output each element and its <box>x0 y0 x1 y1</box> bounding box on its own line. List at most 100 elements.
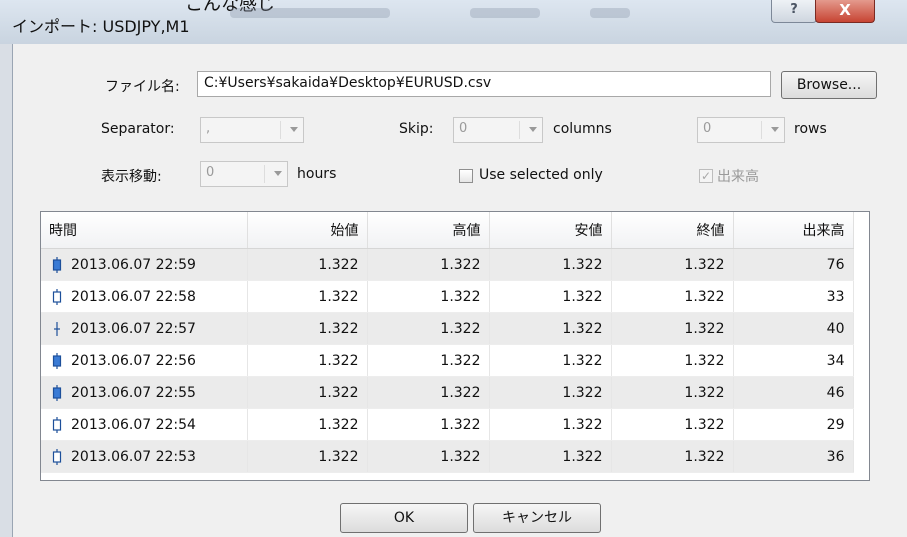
skip-columns-select[interactable]: 0 <box>453 117 543 143</box>
background-window-edge <box>0 0 12 537</box>
file-name-label: ファイル名: <box>105 79 180 95</box>
rows-label: rows <box>794 121 827 137</box>
cell-close: 1.322 <box>611 440 734 473</box>
cell-open: 1.322 <box>247 408 368 441</box>
cell-high: 1.322 <box>367 408 490 441</box>
time-shift-value: 0 <box>206 165 215 180</box>
cell-close: 1.322 <box>611 408 734 441</box>
title-bar: こんな感じ インポート: USDJPY,M1 ? X <box>0 0 907 44</box>
cell-time-text: 2013.06.07 22:54 <box>71 416 196 433</box>
hours-label: hours <box>297 166 337 182</box>
cell-time: 2013.06.07 22:54 <box>41 408 248 441</box>
help-button[interactable]: ? <box>771 0 817 23</box>
table-row[interactable]: 2013.06.07 22:53 1.322 1.322 1.322 1.322 36 <box>41 440 854 473</box>
cell-high: 1.322 <box>367 440 490 473</box>
cell-high: 1.322 <box>367 344 490 377</box>
skip-columns-value: 0 <box>459 121 468 136</box>
ok-button[interactable]: OK <box>340 503 468 533</box>
blurred-background-text <box>470 8 540 18</box>
cell-time: 2013.06.07 22:58 <box>41 280 248 313</box>
cell-high: 1.322 <box>367 280 490 313</box>
cell-time-text: 2013.06.07 22:59 <box>71 256 196 273</box>
cell-high: 1.322 <box>367 248 490 281</box>
cell-close: 1.322 <box>611 312 734 345</box>
filled-candle-icon <box>49 256 71 273</box>
cell-open: 1.322 <box>247 248 368 281</box>
table-row[interactable]: 2013.06.07 22:59 1.322 1.322 1.322 1.322 76 <box>41 248 854 281</box>
cell-high: 1.322 <box>367 376 490 409</box>
cell-low: 1.322 <box>489 248 612 281</box>
time-shift-select[interactable]: 0 <box>200 161 288 187</box>
cell-time: 2013.06.07 22:59 <box>41 248 248 281</box>
table-row[interactable]: 2013.06.07 22:54 1.322 1.322 1.322 1.322 29 <box>41 408 854 441</box>
volume-checkbox-label: 出来高 <box>717 169 759 185</box>
cell-low: 1.322 <box>489 376 612 409</box>
cell-time-text: 2013.06.07 22:57 <box>71 320 196 337</box>
cell-volume: 36 <box>733 440 854 473</box>
skip-rows-select[interactable]: 0 <box>697 117 785 143</box>
browse-button[interactable]: Browse... <box>781 71 877 99</box>
cell-volume: 46 <box>733 376 854 409</box>
cell-low: 1.322 <box>489 440 612 473</box>
table-row[interactable]: 2013.06.07 22:56 1.322 1.322 1.322 1.322 34 <box>41 344 854 377</box>
cell-close: 1.322 <box>611 344 734 377</box>
cancel-button[interactable]: キャンセル <box>473 503 601 533</box>
use-selected-checkbox[interactable] <box>459 169 473 183</box>
cell-low: 1.322 <box>489 344 612 377</box>
cell-time: 2013.06.07 22:55 <box>41 376 248 409</box>
cell-close: 1.322 <box>611 376 734 409</box>
data-preview-table[interactable]: 時間 始値 高値 安値 終値 出来高 2013.06.07 22:59 1.322… <box>40 211 870 481</box>
chevron-down-icon <box>529 127 537 132</box>
window-title: インポート: USDJPY,M1 <box>12 17 190 36</box>
cell-high: 1.322 <box>367 312 490 345</box>
cell-volume: 40 <box>733 312 854 345</box>
separator-select[interactable]: , <box>200 117 304 143</box>
blurred-background-text <box>230 8 390 18</box>
column-header-high[interactable]: 高値 <box>367 212 490 249</box>
filled-candle-icon <box>49 352 71 369</box>
cell-open: 1.322 <box>247 440 368 473</box>
column-header-close[interactable]: 終値 <box>611 212 734 249</box>
cell-time-text: 2013.06.07 22:58 <box>71 288 196 305</box>
volume-checkbox[interactable]: ✓ <box>699 169 713 183</box>
table-row[interactable]: 2013.06.07 22:58 1.322 1.322 1.322 1.322 33 <box>41 280 854 313</box>
hollow-candle-icon <box>49 288 71 305</box>
cell-time: 2013.06.07 22:53 <box>41 440 248 473</box>
doji-candle-icon <box>49 321 71 337</box>
cell-open: 1.322 <box>247 344 368 377</box>
cell-volume: 76 <box>733 248 854 281</box>
separator-value: , <box>206 121 211 136</box>
cell-volume: 29 <box>733 408 854 441</box>
chevron-down-icon <box>274 171 282 176</box>
column-header-open[interactable]: 始値 <box>247 212 368 249</box>
blurred-background-text <box>590 8 630 18</box>
column-header-low[interactable]: 安値 <box>489 212 612 249</box>
cell-low: 1.322 <box>489 408 612 441</box>
cell-open: 1.322 <box>247 312 368 345</box>
cell-low: 1.322 <box>489 280 612 313</box>
import-dialog-body: ファイル名: C:¥Users¥sakaida¥Desktop¥EURUSD.c… <box>12 44 907 537</box>
file-path-input[interactable]: C:¥Users¥sakaida¥Desktop¥EURUSD.csv <box>197 71 771 97</box>
cell-time-text: 2013.06.07 22:53 <box>71 448 196 465</box>
hollow-candle-icon <box>49 416 71 433</box>
skip-rows-value: 0 <box>703 121 712 136</box>
table-row[interactable]: 2013.06.07 22:57 1.322 1.322 1.322 1.322 40 <box>41 312 854 345</box>
cell-time: 2013.06.07 22:57 <box>41 312 248 345</box>
separator-label: Separator: <box>101 121 175 137</box>
chevron-down-icon <box>290 127 298 132</box>
columns-label: columns <box>553 121 612 137</box>
cell-time-text: 2013.06.07 22:55 <box>71 384 196 401</box>
cell-open: 1.322 <box>247 280 368 313</box>
cell-close: 1.322 <box>611 280 734 313</box>
cell-volume: 33 <box>733 280 854 313</box>
skip-label: Skip: <box>399 121 434 137</box>
column-header-time[interactable]: 時間 <box>41 212 248 249</box>
cell-time: 2013.06.07 22:56 <box>41 344 248 377</box>
filled-candle-icon <box>49 384 71 401</box>
close-button[interactable]: X <box>815 0 875 23</box>
cell-close: 1.322 <box>611 248 734 281</box>
column-header-volume[interactable]: 出来高 <box>733 212 854 249</box>
cell-time-text: 2013.06.07 22:56 <box>71 352 196 369</box>
cell-volume: 34 <box>733 344 854 377</box>
table-row[interactable]: 2013.06.07 22:55 1.322 1.322 1.322 1.322 46 <box>41 376 854 409</box>
